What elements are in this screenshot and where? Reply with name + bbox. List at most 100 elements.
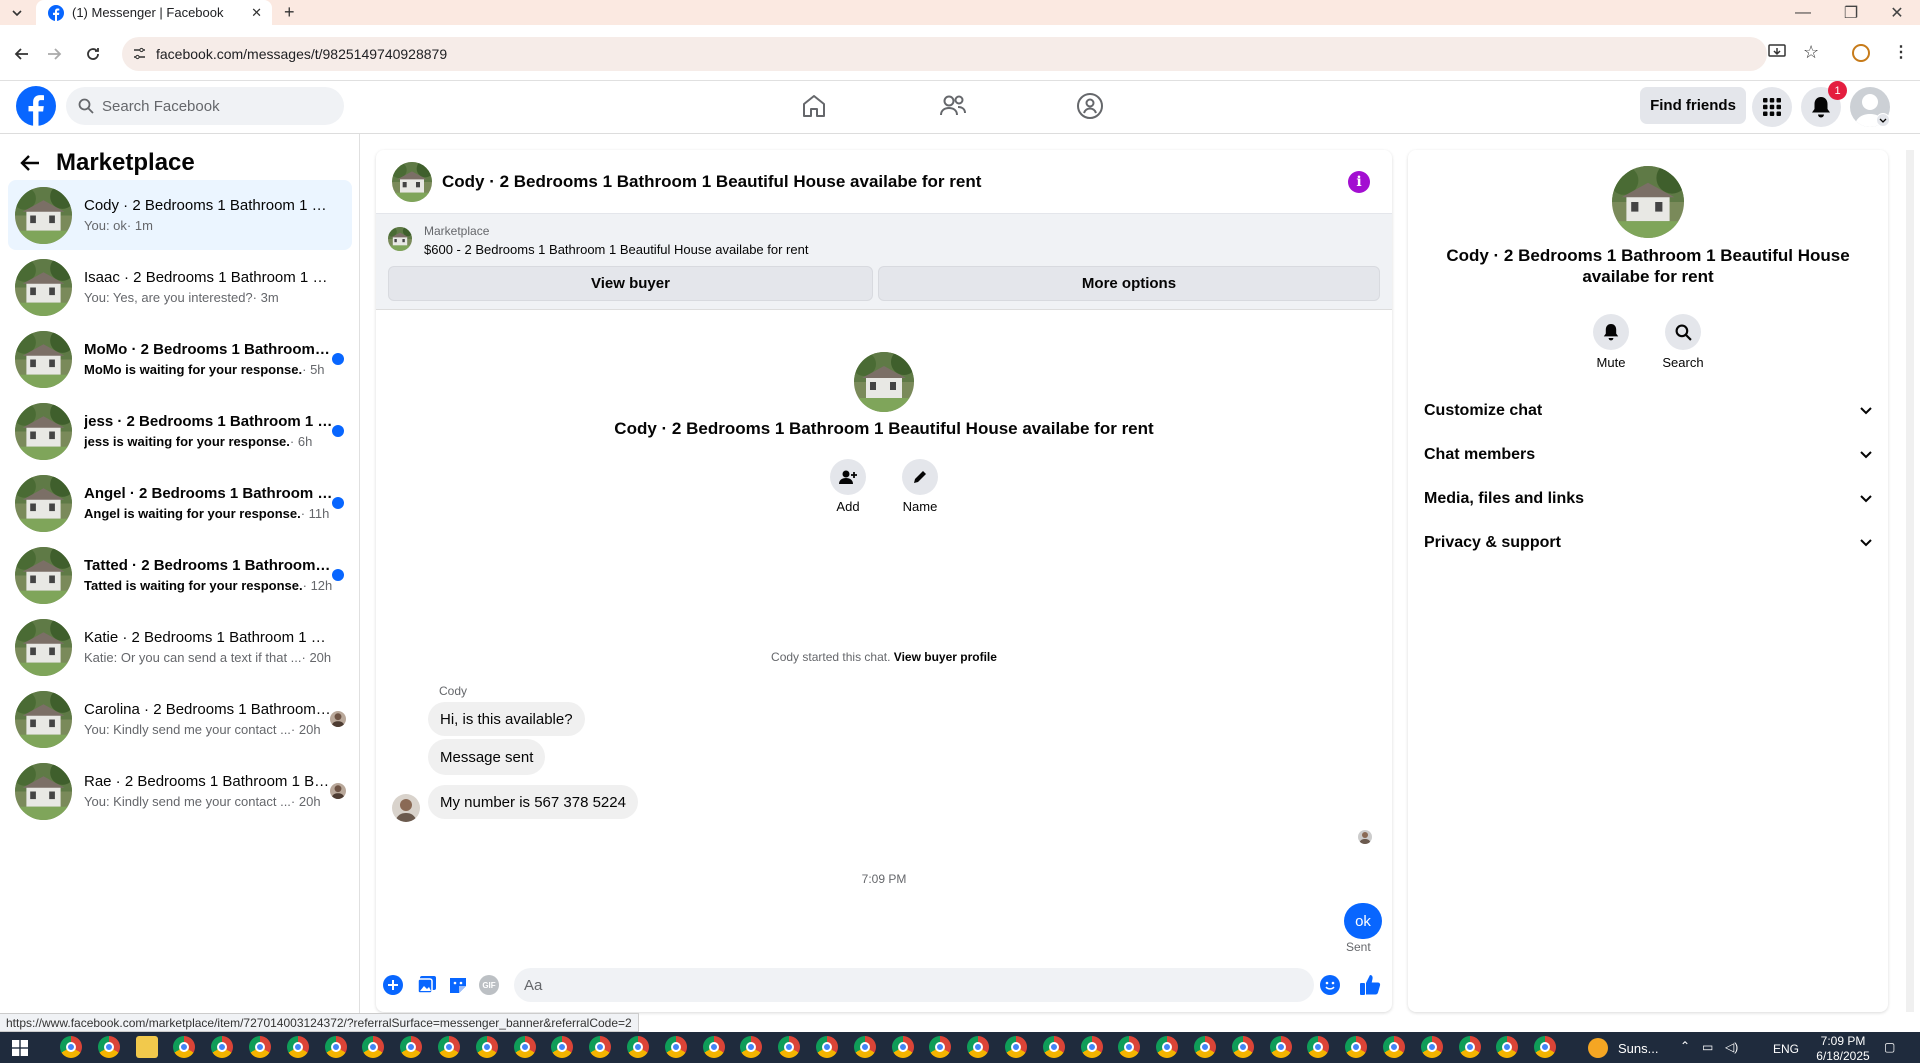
chrome-taskbar-icon[interactable] xyxy=(1534,1036,1556,1058)
chrome-taskbar-icon[interactable] xyxy=(929,1036,951,1058)
chrome-taskbar-icon[interactable] xyxy=(1307,1036,1329,1058)
conversation-item[interactable]: Cody · 2 Bedrooms 1 Bathroom 1 Beautiful… xyxy=(8,180,352,250)
tray-network-icon[interactable]: ▭ xyxy=(1702,1040,1713,1054)
chrome-taskbar-icon[interactable] xyxy=(1005,1036,1027,1058)
chrome-taskbar-icon[interactable] xyxy=(627,1036,649,1058)
forward-button[interactable] xyxy=(41,41,67,67)
restore-button[interactable]: ❐ xyxy=(1828,0,1874,25)
conversation-item[interactable]: Tatted · 2 Bedrooms 1 Bathroom 1 Beautif… xyxy=(8,540,352,610)
like-thumb-icon[interactable] xyxy=(1359,974,1381,996)
facebook-logo-icon[interactable] xyxy=(16,86,56,126)
bookmark-star-icon[interactable]: ☆ xyxy=(1803,42,1819,63)
weather-sun-icon[interactable] xyxy=(1588,1038,1608,1058)
chrome-taskbar-icon[interactable] xyxy=(1383,1036,1405,1058)
chrome-taskbar-icon[interactable] xyxy=(740,1036,762,1058)
chrome-taskbar-icon[interactable] xyxy=(1232,1036,1254,1058)
browser-tab[interactable]: (1) Messenger | Facebook ✕ xyxy=(36,0,272,25)
chrome-taskbar-icon[interactable] xyxy=(589,1036,611,1058)
friends-nav-icon[interactable] xyxy=(933,88,973,124)
file-explorer-icon[interactable] xyxy=(136,1036,158,1058)
chrome-taskbar-icon[interactable] xyxy=(1270,1036,1292,1058)
chrome-taskbar-icon[interactable] xyxy=(665,1036,687,1058)
chrome-taskbar-icon[interactable] xyxy=(1496,1036,1518,1058)
window-close-button[interactable]: ✕ xyxy=(1874,0,1920,25)
back-arrow-icon[interactable] xyxy=(20,154,40,172)
weather-text[interactable]: Suns... xyxy=(1618,1041,1658,1056)
conversation-item[interactable]: Rae · 2 Bedrooms 1 Bathroom 1 Beautiful … xyxy=(8,756,352,826)
chrome-taskbar-icon[interactable] xyxy=(173,1036,195,1058)
new-tab-button[interactable]: + xyxy=(284,2,295,23)
details-avatar[interactable] xyxy=(1612,166,1684,238)
search-conversation-icon[interactable] xyxy=(1665,314,1701,350)
notification-center-icon[interactable]: ▢ xyxy=(1884,1040,1895,1054)
home-nav-icon[interactable] xyxy=(794,88,834,124)
groups-nav-icon[interactable] xyxy=(1070,88,1110,124)
photo-attach-icon[interactable] xyxy=(417,975,437,995)
add-person-icon[interactable] xyxy=(830,459,866,495)
reload-button[interactable] xyxy=(80,41,106,67)
chrome-taskbar-icon[interactable] xyxy=(1421,1036,1443,1058)
view-buyer-profile-link[interactable]: View buyer profile xyxy=(894,650,997,664)
chat-title[interactable]: Cody · 2 Bedrooms 1 Bathroom 1 Beautiful… xyxy=(442,172,981,192)
chrome-taskbar-icon[interactable] xyxy=(325,1036,347,1058)
find-friends-button[interactable]: Find friends xyxy=(1640,87,1746,124)
chrome-taskbar-icon[interactable] xyxy=(438,1036,460,1058)
page-scrollbar[interactable] xyxy=(1906,150,1914,1012)
facebook-search-input[interactable]: Search Facebook xyxy=(66,87,344,125)
banner-listing[interactable]: $600 - 2 Bedrooms 1 Bathroom 1 Beautiful… xyxy=(424,242,808,257)
tray-volume-icon[interactable]: ◁) xyxy=(1725,1040,1738,1054)
install-app-icon[interactable] xyxy=(1768,44,1786,60)
message-bubble[interactable]: My number is 567 378 5224 xyxy=(428,785,638,819)
conversation-item[interactable]: jess · 2 Bedrooms 1 Bathroom 1 Beautiful… xyxy=(8,396,352,466)
tray-language[interactable]: ENG xyxy=(1773,1042,1799,1056)
my-message-bubble[interactable]: ok xyxy=(1344,903,1382,939)
profile-icon[interactable] xyxy=(1852,44,1870,62)
customize-chat-section[interactable]: Customize chat xyxy=(1424,393,1880,429)
chrome-taskbar-icon[interactable] xyxy=(98,1036,120,1058)
chrome-taskbar-icon[interactable] xyxy=(1081,1036,1103,1058)
info-icon[interactable]: i xyxy=(1348,171,1370,193)
chrome-taskbar-icon[interactable] xyxy=(362,1036,384,1058)
mute-bell-icon[interactable] xyxy=(1593,314,1629,350)
browser-menu-icon[interactable]: ⋮ xyxy=(1893,42,1909,62)
chrome-taskbar-icon[interactable] xyxy=(1459,1036,1481,1058)
tab-close-icon[interactable]: ✕ xyxy=(251,5,262,21)
chrome-taskbar-icon[interactable] xyxy=(1194,1036,1216,1058)
plus-icon[interactable] xyxy=(383,975,403,995)
chrome-taskbar-icon[interactable] xyxy=(1118,1036,1140,1058)
chat-avatar[interactable] xyxy=(392,162,432,202)
site-info-icon[interactable] xyxy=(132,46,147,61)
chrome-taskbar-icon[interactable] xyxy=(551,1036,573,1058)
chrome-taskbar-icon[interactable] xyxy=(703,1036,725,1058)
message-bubble[interactable]: Message sent xyxy=(428,739,546,775)
tray-time[interactable]: 7:09 PM xyxy=(1808,1034,1878,1048)
tray-chevron-up-icon[interactable]: ⌃ xyxy=(1680,1039,1690,1053)
edit-name-pencil-icon[interactable] xyxy=(902,459,938,495)
url-field[interactable]: facebook.com/messages/t/9825149740928879 xyxy=(122,37,1767,71)
chrome-taskbar-icon[interactable] xyxy=(778,1036,800,1058)
chrome-taskbar-icon[interactable] xyxy=(400,1036,422,1058)
view-buyer-button[interactable]: View buyer xyxy=(388,266,873,301)
sender-avatar[interactable] xyxy=(392,794,420,822)
conversation-item[interactable]: MoMo · 2 Bedrooms 1 Bathroom 1 Beautiful… xyxy=(8,324,352,394)
chrome-taskbar-icon[interactable] xyxy=(514,1036,536,1058)
sticker-icon[interactable] xyxy=(448,975,468,995)
conversation-item[interactable]: Isaac · 2 Bedrooms 1 Bathroom 1 Beautifu… xyxy=(8,252,352,322)
chrome-taskbar-icon[interactable] xyxy=(1345,1036,1367,1058)
chrome-taskbar-icon[interactable] xyxy=(854,1036,876,1058)
chrome-taskbar-icon[interactable] xyxy=(1043,1036,1065,1058)
chrome-taskbar-icon[interactable] xyxy=(476,1036,498,1058)
tab-search-icon[interactable] xyxy=(8,4,26,22)
chrome-taskbar-icon[interactable] xyxy=(816,1036,838,1058)
chrome-taskbar-icon[interactable] xyxy=(967,1036,989,1058)
media-files-links-section[interactable]: Media, files and links xyxy=(1424,481,1880,517)
tray-date[interactable]: 6/18/2025 xyxy=(1808,1049,1878,1063)
gif-icon[interactable]: GIF xyxy=(479,975,499,995)
account-chevron-down-icon[interactable] xyxy=(1876,113,1890,127)
chrome-taskbar-icon[interactable] xyxy=(60,1036,82,1058)
chrome-taskbar-icon[interactable] xyxy=(211,1036,233,1058)
windows-start-icon[interactable] xyxy=(12,1040,28,1056)
chrome-taskbar-icon[interactable] xyxy=(287,1036,309,1058)
conversation-item[interactable]: Katie · 2 Bedrooms 1 Bathroom 1 Beautifu… xyxy=(8,612,352,682)
chrome-taskbar-icon[interactable] xyxy=(249,1036,271,1058)
